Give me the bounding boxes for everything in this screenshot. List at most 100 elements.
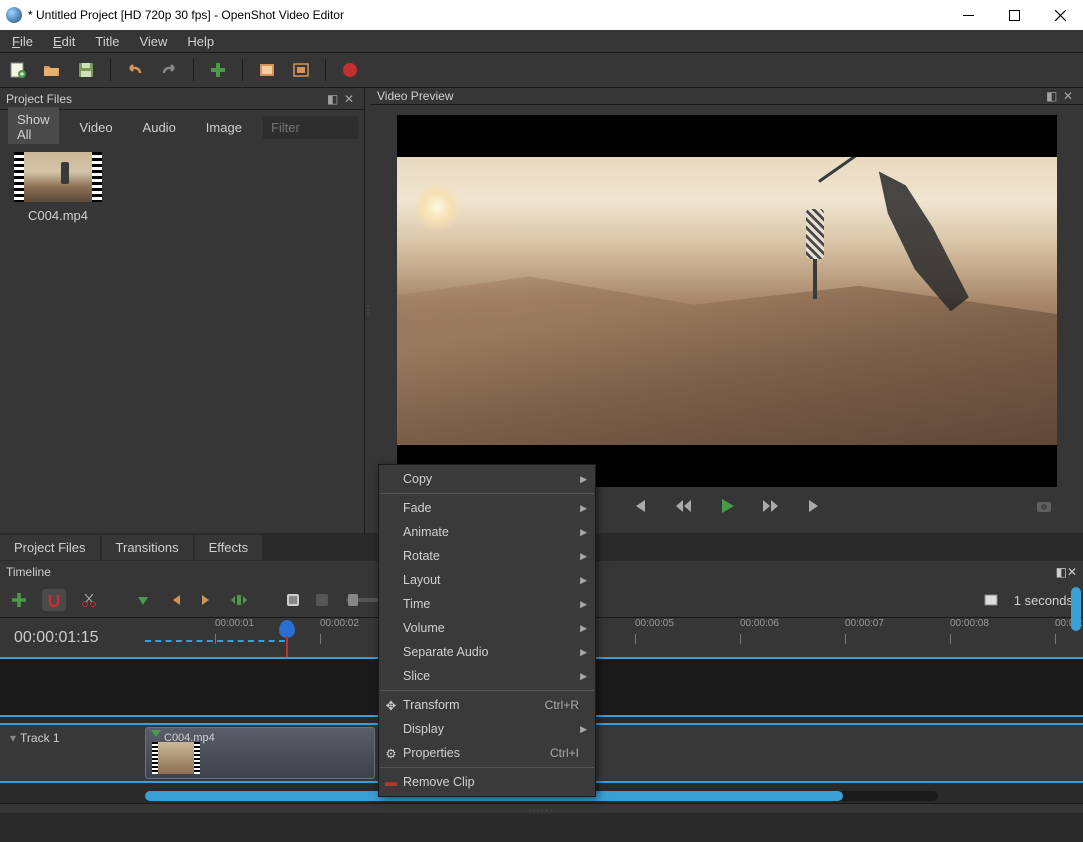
ctx-properties[interactable]: ⚙PropertiesCtrl+I (379, 741, 595, 765)
clip-context-menu: Copy▶ Fade▶ Animate▶ Rotate▶ Layout▶ Tim… (378, 464, 596, 797)
ctx-fade[interactable]: Fade▶ (379, 496, 595, 520)
profile-button[interactable] (257, 60, 277, 80)
jump-end-button[interactable] (806, 497, 824, 515)
video-preview-title: Video Preview (377, 89, 454, 103)
prev-marker-button[interactable] (166, 591, 184, 609)
tab-transitions[interactable]: Transitions (102, 535, 193, 560)
project-files-body[interactable]: C004.mp4 (0, 144, 364, 533)
add-marker-button[interactable] (134, 591, 152, 609)
menu-view[interactable]: View (129, 32, 177, 51)
maximize-button[interactable] (991, 0, 1037, 30)
clip-thumbnail (152, 742, 200, 774)
filter-input[interactable] (263, 116, 358, 139)
import-files-button[interactable] (208, 60, 228, 80)
playhead[interactable] (279, 620, 295, 638)
ctx-time[interactable]: Time▶ (379, 592, 595, 616)
fast-forward-button[interactable] (762, 497, 780, 515)
filter-audio[interactable]: Audio (134, 115, 185, 140)
menubar: File Edit Title View Help (0, 30, 1083, 52)
file-thumbnail (14, 152, 102, 202)
menu-file[interactable]: File (2, 32, 43, 51)
open-project-button[interactable] (42, 60, 62, 80)
export-button[interactable] (340, 60, 360, 80)
ctx-volume[interactable]: Volume▶ (379, 616, 595, 640)
track-body[interactable]: C004.mp4 (145, 725, 1083, 781)
ctx-display[interactable]: Display▶ (379, 717, 595, 741)
ruler-tick: 00:00:05 (635, 618, 674, 629)
ctx-separate-audio[interactable]: Separate Audio▶ (379, 640, 595, 664)
menu-edit[interactable]: Edit (43, 32, 85, 51)
fullscreen-button[interactable] (291, 60, 311, 80)
timeline-title: Timeline (6, 565, 51, 579)
redo-button[interactable] (159, 60, 179, 80)
snap-toggle[interactable] (42, 589, 66, 611)
ruler-tick: 00:00:02 (320, 618, 359, 629)
zoom-tool-icon[interactable] (284, 591, 302, 609)
gear-icon: ⚙ (383, 746, 399, 761)
ctx-copy[interactable]: Copy▶ (379, 467, 595, 491)
close-button[interactable] (1037, 0, 1083, 30)
new-project-button[interactable] (8, 60, 28, 80)
app-icon (6, 7, 22, 23)
file-name: C004.mp4 (8, 208, 108, 223)
timeline-clip[interactable]: C004.mp4 (145, 727, 375, 779)
minimize-button[interactable] (945, 0, 991, 30)
panel-close-icon[interactable]: ✕ (344, 92, 358, 106)
ctx-animate[interactable]: Animate▶ (379, 520, 595, 544)
filter-image[interactable]: Image (197, 115, 251, 140)
rewind-button[interactable] (674, 497, 692, 515)
panel-resize-handle[interactable]: ...... (0, 803, 1083, 813)
track-label[interactable]: ▾Track 1 (0, 725, 145, 781)
add-track-button[interactable] (10, 591, 28, 609)
current-timecode: 00:00:01:15 (0, 618, 145, 657)
project-files-panel: Project Files ◧ ✕ Show All Video Audio I… (0, 88, 365, 533)
tab-project-files[interactable]: Project Files (0, 535, 100, 560)
ruler-tick: 00:00:06 (740, 618, 779, 629)
center-playhead-button[interactable] (230, 591, 248, 609)
panel-undock-icon[interactable]: ◧ (327, 92, 341, 106)
tab-effects[interactable]: Effects (195, 535, 263, 560)
clip-marker-icon (151, 730, 161, 737)
ctx-layout[interactable]: Layout▶ (379, 568, 595, 592)
ctx-rotate[interactable]: Rotate▶ (379, 544, 595, 568)
remove-icon: ▬ (383, 775, 399, 789)
panel-undock-icon[interactable]: ◧ (1056, 565, 1067, 579)
filter-show-all[interactable]: Show All (8, 107, 59, 147)
filter-video[interactable]: Video (71, 115, 122, 140)
menu-title[interactable]: Title (85, 32, 129, 51)
jump-start-button[interactable] (630, 497, 648, 515)
project-file-item[interactable]: C004.mp4 (8, 152, 108, 223)
main-toolbar (0, 52, 1083, 88)
save-project-button[interactable] (76, 60, 96, 80)
panel-undock-icon[interactable]: ◧ (1046, 89, 1060, 103)
project-files-filter-tabs: Show All Video Audio Image (0, 110, 364, 144)
vertical-scrollbar[interactable] (1071, 587, 1081, 631)
ruler-tick: 00:00:07 (845, 618, 884, 629)
move-icon: ✥ (383, 698, 399, 713)
window-title: * Untitled Project [HD 720p 30 fps] - Op… (28, 8, 945, 22)
panel-close-icon[interactable]: ✕ (1063, 89, 1077, 103)
zoom-out-handle[interactable] (316, 594, 328, 606)
ctx-remove-clip[interactable]: ▬Remove Clip (379, 770, 595, 794)
zoom-label: 1 seconds (1014, 593, 1073, 608)
menu-help[interactable]: Help (177, 32, 224, 51)
track-body[interactable] (145, 659, 1083, 715)
project-files-title: Project Files (6, 92, 72, 106)
video-rendered-frame (397, 157, 1057, 445)
window-titlebar: * Untitled Project [HD 720p 30 fps] - Op… (0, 0, 1083, 30)
snapshot-button[interactable] (1035, 497, 1053, 515)
timeline-ruler[interactable]: 00:00:01 00:00:02 00:00:03 00:00:04 00:0… (145, 618, 1083, 657)
ctx-transform[interactable]: ✥TransformCtrl+R (379, 693, 595, 717)
timeline-settings-icon[interactable] (982, 591, 1000, 609)
ruler-tick: 00:00:01 (215, 618, 254, 629)
video-frame[interactable] (397, 115, 1057, 487)
video-preview-header: Video Preview ◧ ✕ (371, 88, 1083, 105)
panel-close-icon[interactable]: ✕ (1067, 565, 1077, 579)
undo-button[interactable] (125, 60, 145, 80)
ruler-tick: 00:00:08 (950, 618, 989, 629)
play-button[interactable] (718, 497, 736, 515)
next-marker-button[interactable] (198, 591, 216, 609)
ctx-slice[interactable]: Slice▶ (379, 664, 595, 688)
track-label[interactable] (0, 659, 145, 715)
razor-tool-button[interactable] (80, 591, 98, 609)
